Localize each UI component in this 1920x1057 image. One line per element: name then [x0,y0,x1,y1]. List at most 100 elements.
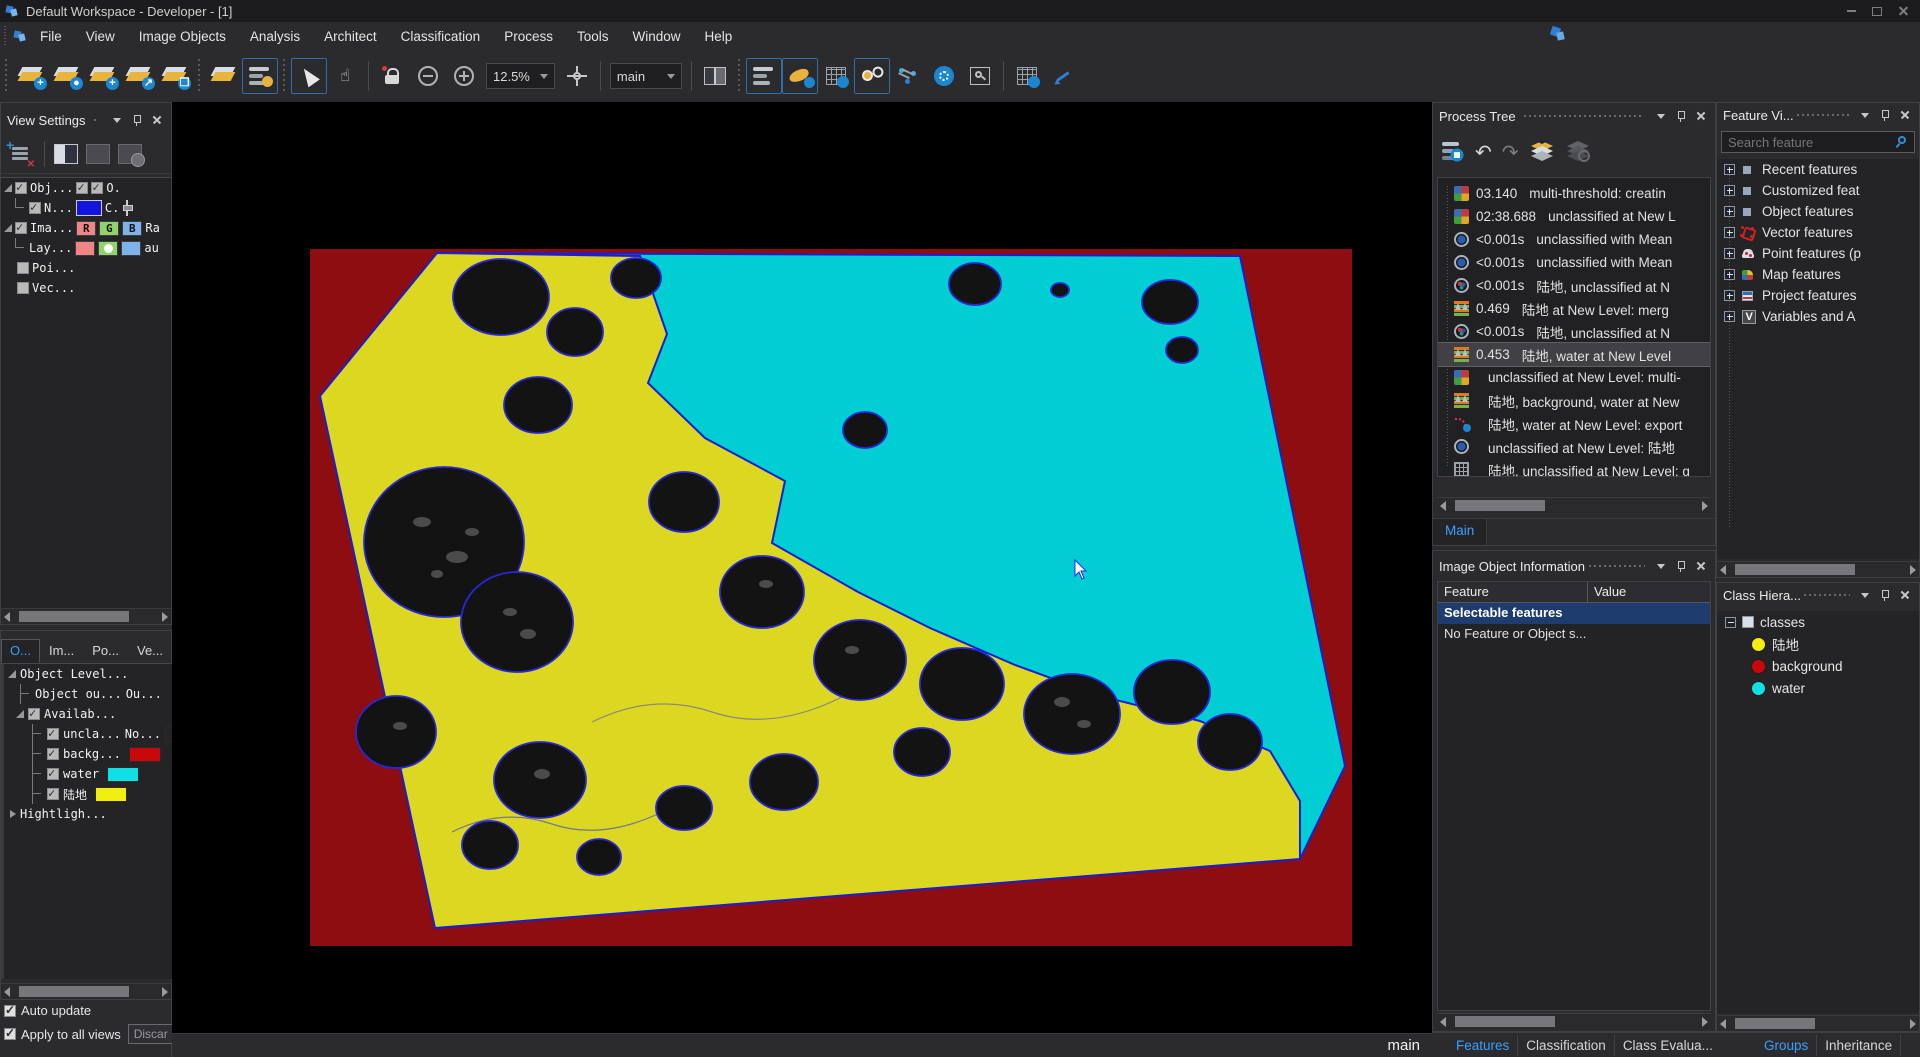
red-channel-cell[interactable]: R [76,221,96,236]
layer-green-cell[interactable] [98,241,118,256]
process-tree-tab-main[interactable]: Main [1433,519,1487,545]
tree-row-outline[interactable]: Object ou... Ou... [4,684,174,704]
zoom-lock-button[interactable] [374,58,410,94]
table-row[interactable]: Selectable features [1438,603,1710,624]
process-row[interactable]: unclassified at New Level: multi- [1438,366,1710,389]
left-tab[interactable]: Im... [40,639,83,663]
zoom-level-select[interactable]: 12.5% [486,63,555,89]
tree-row-highlight[interactable]: Hightligh... [4,804,174,824]
process-row[interactable]: 0.469 陆地 at New Level: merg [1438,297,1710,320]
checkbox[interactable] [91,182,103,194]
feature-tree-row[interactable]: Vector features [1717,222,1919,243]
class-color-swatch[interactable] [129,747,161,762]
discard-button[interactable]: Discar [128,1024,174,1044]
feature-tree-row[interactable]: Point features (p [1717,243,1919,264]
add-remove-layer-icon[interactable] [9,144,31,164]
column-header-feature[interactable]: Feature [1438,582,1588,602]
expander-icon[interactable] [10,810,16,818]
process-row[interactable]: <0.001s unclassified with Mean [1438,251,1710,274]
left-tab[interactable]: Ve... [128,639,172,663]
process-row[interactable]: <0.001s unclassified with Mean [1438,228,1710,251]
feature-tree-row[interactable]: Variables and A [1717,306,1919,327]
child-window-icon[interactable] [1548,25,1568,43]
pin-button[interactable] [1877,587,1893,603]
tree-row-image[interactable]: Ima... R G B Ra [1,218,171,238]
view-layer-button[interactable] [746,58,782,94]
zoom-in-button[interactable] [446,58,482,94]
expand-plus-icon[interactable] [1724,311,1735,322]
panel-close-button[interactable] [149,112,165,128]
column-header-value[interactable]: Value [1588,582,1710,602]
close-button[interactable] [1890,2,1916,20]
redo-button[interactable]: ↷ [1502,142,1519,162]
panel-menu-button[interactable] [1857,107,1873,123]
expander-icon[interactable] [4,184,12,192]
process-row[interactable]: 陆地, unclassified at New Level: g [1438,458,1710,477]
class-color-swatch[interactable] [95,787,127,802]
class-row[interactable]: uncla... No... [4,724,174,744]
feature-tree-row[interactable]: Map features [1717,264,1919,285]
search-icon[interactable] [1896,135,1910,149]
minimize-button[interactable] [1838,2,1864,20]
checkbox[interactable] [17,282,29,294]
menu-item[interactable]: Process [492,25,565,48]
menu-item[interactable]: Help [693,25,745,48]
tree-row-point[interactable]: Poi... [1,258,171,278]
expander-icon[interactable] [8,670,16,678]
apply-all-views-checkbox[interactable] [4,1028,16,1040]
expand-plus-icon[interactable] [1724,206,1735,217]
horizontal-scrollbar[interactable] [1,608,171,624]
view-settings-layout-button[interactable] [242,58,278,94]
bottom-tab[interactable]: Features [1448,1035,1518,1056]
class-root-row[interactable]: classes [1717,611,1919,633]
expand-plus-icon[interactable] [1724,185,1735,196]
pin-button[interactable] [1877,107,1893,123]
process-row[interactable]: unclassified at New Level: 陆地 [1438,435,1710,458]
compare-view-button[interactable] [114,139,146,169]
grid-settings-button[interactable] [1009,58,1045,94]
execute-disabled-button[interactable] [1565,140,1591,165]
left-tab[interactable]: Po... [83,639,128,663]
feature-tree-row[interactable]: Object features [1717,201,1919,222]
checkbox[interactable] [15,182,27,194]
zoom-out-button[interactable] [410,58,446,94]
horizontal-scrollbar[interactable] [1,983,171,999]
layers-plus-button[interactable]: + [13,58,49,94]
menu-item[interactable]: Image Objects [127,25,238,48]
class-color-swatch[interactable] [107,767,139,782]
expand-plus-icon[interactable] [1724,290,1735,301]
pin-button[interactable] [1673,558,1689,574]
expand-plus-icon[interactable] [1724,227,1735,238]
panel-menu-button[interactable] [1857,587,1873,603]
class-item[interactable]: 陆地 [1717,633,1919,655]
window-arrow-button[interactable]: ↗ [121,58,157,94]
process-row[interactable]: 陆地, water at New Level: export [1438,412,1710,435]
menu-item[interactable]: Analysis [238,25,312,48]
feature-tree-row[interactable]: Recent features [1717,159,1919,180]
show-classification-button[interactable] [782,58,818,94]
left-tab[interactable]: O... [1,639,40,663]
bottom-tab[interactable]: Classification [1518,1035,1615,1056]
tree-row-root[interactable]: Object Level... [4,664,174,684]
pin-button[interactable] [1673,108,1689,124]
navigate-button[interactable] [559,58,595,94]
class-item[interactable]: background [1717,655,1919,677]
checkbox[interactable] [47,748,59,760]
zoom-area-button[interactable] [962,58,998,94]
single-view-button[interactable] [50,139,82,169]
panel-menu-button[interactable] [1653,558,1669,574]
sample-editor-button[interactable] [818,58,854,94]
expander-icon[interactable] [16,710,24,718]
feature-run-button[interactable] [926,58,962,94]
outline-color-swatch[interactable] [76,200,102,216]
edit-pen-button[interactable] [1045,58,1081,94]
classification-transparency-button[interactable] [854,58,890,94]
checkbox[interactable] [29,202,41,214]
panel-menu-button[interactable] [109,112,125,128]
checkbox[interactable] [47,788,59,800]
layers-stack-button[interactable] [206,58,242,94]
horizontal-scrollbar[interactable] [1437,497,1711,513]
table-row[interactable]: No Feature or Object s... [1438,624,1710,645]
feature-tree-row[interactable]: Customized feat [1717,180,1919,201]
execute-process-button[interactable] [1529,140,1555,165]
